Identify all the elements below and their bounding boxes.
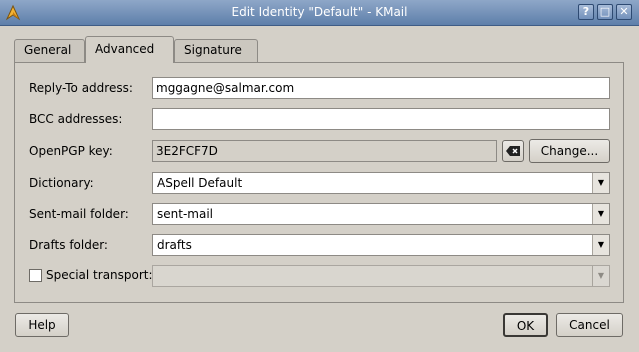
reply-to-input[interactable]: mggagne@salmar.com xyxy=(152,77,610,99)
dictionary-label: Dictionary: xyxy=(29,176,94,190)
sent-mail-folder-select[interactable]: sent-mail ▼ xyxy=(152,203,610,225)
help-window-button[interactable]: ? xyxy=(578,4,594,20)
window-title: Edit Identity "Default" - KMail xyxy=(231,5,408,19)
dictionary-value: ASpell Default xyxy=(157,176,243,190)
help-button[interactable]: Help xyxy=(15,313,69,337)
reply-to-label: Reply-To address: xyxy=(29,81,133,95)
clear-backspace-icon xyxy=(506,146,520,156)
openpgp-key-field: 3E2FCF7D xyxy=(152,140,497,162)
tab-signature-label: Signature xyxy=(184,43,242,57)
bcc-label: BCC addresses: xyxy=(29,112,123,126)
special-transport-checkbox[interactable] xyxy=(29,269,42,282)
cancel-button[interactable]: Cancel xyxy=(556,313,623,337)
ok-button[interactable]: OK xyxy=(503,313,548,337)
tab-advanced-label: Advanced xyxy=(95,42,155,56)
drafts-folder-value: drafts xyxy=(157,238,192,252)
tab-general[interactable]: General xyxy=(14,39,85,62)
title-bar: Edit Identity "Default" - KMail ? □ ✕ xyxy=(0,0,639,26)
drafts-folder-select[interactable]: drafts ▼ xyxy=(152,234,610,256)
drafts-folder-label: Drafts folder: xyxy=(29,238,108,252)
sent-mail-folder-label: Sent-mail folder: xyxy=(29,207,129,221)
tab-signature[interactable]: Signature xyxy=(174,39,258,62)
dictionary-select[interactable]: ASpell Default ▼ xyxy=(152,172,610,194)
special-transport-label: Special transport: xyxy=(46,268,153,282)
chevron-down-icon: ▼ xyxy=(592,266,609,286)
bcc-input[interactable] xyxy=(152,108,610,130)
tab-general-label: General xyxy=(24,43,72,57)
chevron-down-icon[interactable]: ▼ xyxy=(592,204,609,224)
close-window-button[interactable]: ✕ xyxy=(616,4,632,20)
maximize-window-button[interactable]: □ xyxy=(597,4,613,20)
clear-key-button[interactable] xyxy=(502,140,524,162)
openpgp-key-label: OpenPGP key: xyxy=(29,144,113,158)
chevron-down-icon[interactable]: ▼ xyxy=(592,173,609,193)
special-transport-select[interactable]: ▼ xyxy=(152,265,610,287)
sent-mail-folder-value: sent-mail xyxy=(157,207,213,221)
change-key-button[interactable]: Change... xyxy=(529,139,610,163)
tab-advanced[interactable]: Advanced xyxy=(85,36,174,63)
chevron-down-icon[interactable]: ▼ xyxy=(592,235,609,255)
